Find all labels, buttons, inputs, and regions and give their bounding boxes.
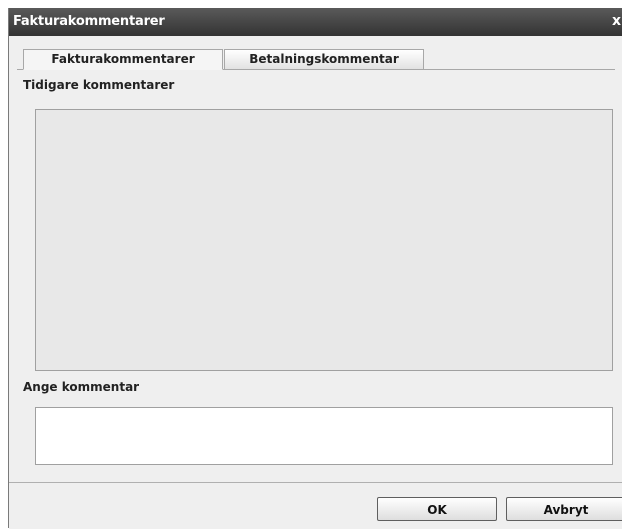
dialog-titlebar[interactable]: Fakturakommentarer x	[9, 8, 622, 36]
close-icon[interactable]: x	[612, 13, 621, 29]
tab-payment-comment[interactable]: Betalningskommentar	[224, 49, 424, 69]
ok-button[interactable]: OK	[377, 497, 497, 521]
dialog-title: Fakturakommentarer	[13, 14, 165, 29]
dialog-footer: OK Avbryt	[9, 482, 622, 529]
comment-input[interactable]	[35, 407, 613, 465]
tab-invoice-comments[interactable]: Fakturakommentarer	[23, 49, 223, 70]
tab-strip: Fakturakommentarer Betalningskommentar	[17, 49, 615, 70]
dialog-body: Fakturakommentarer Betalningskommentar T…	[9, 36, 622, 476]
enter-comment-label: Ange kommentar	[23, 380, 140, 394]
invoice-comments-dialog: Fakturakommentarer x Fakturakommentarer …	[8, 8, 622, 529]
cancel-button[interactable]: Avbryt	[506, 497, 622, 521]
previous-comments-label: Tidigare kommentarer	[23, 78, 175, 92]
previous-comments-box	[35, 109, 613, 371]
